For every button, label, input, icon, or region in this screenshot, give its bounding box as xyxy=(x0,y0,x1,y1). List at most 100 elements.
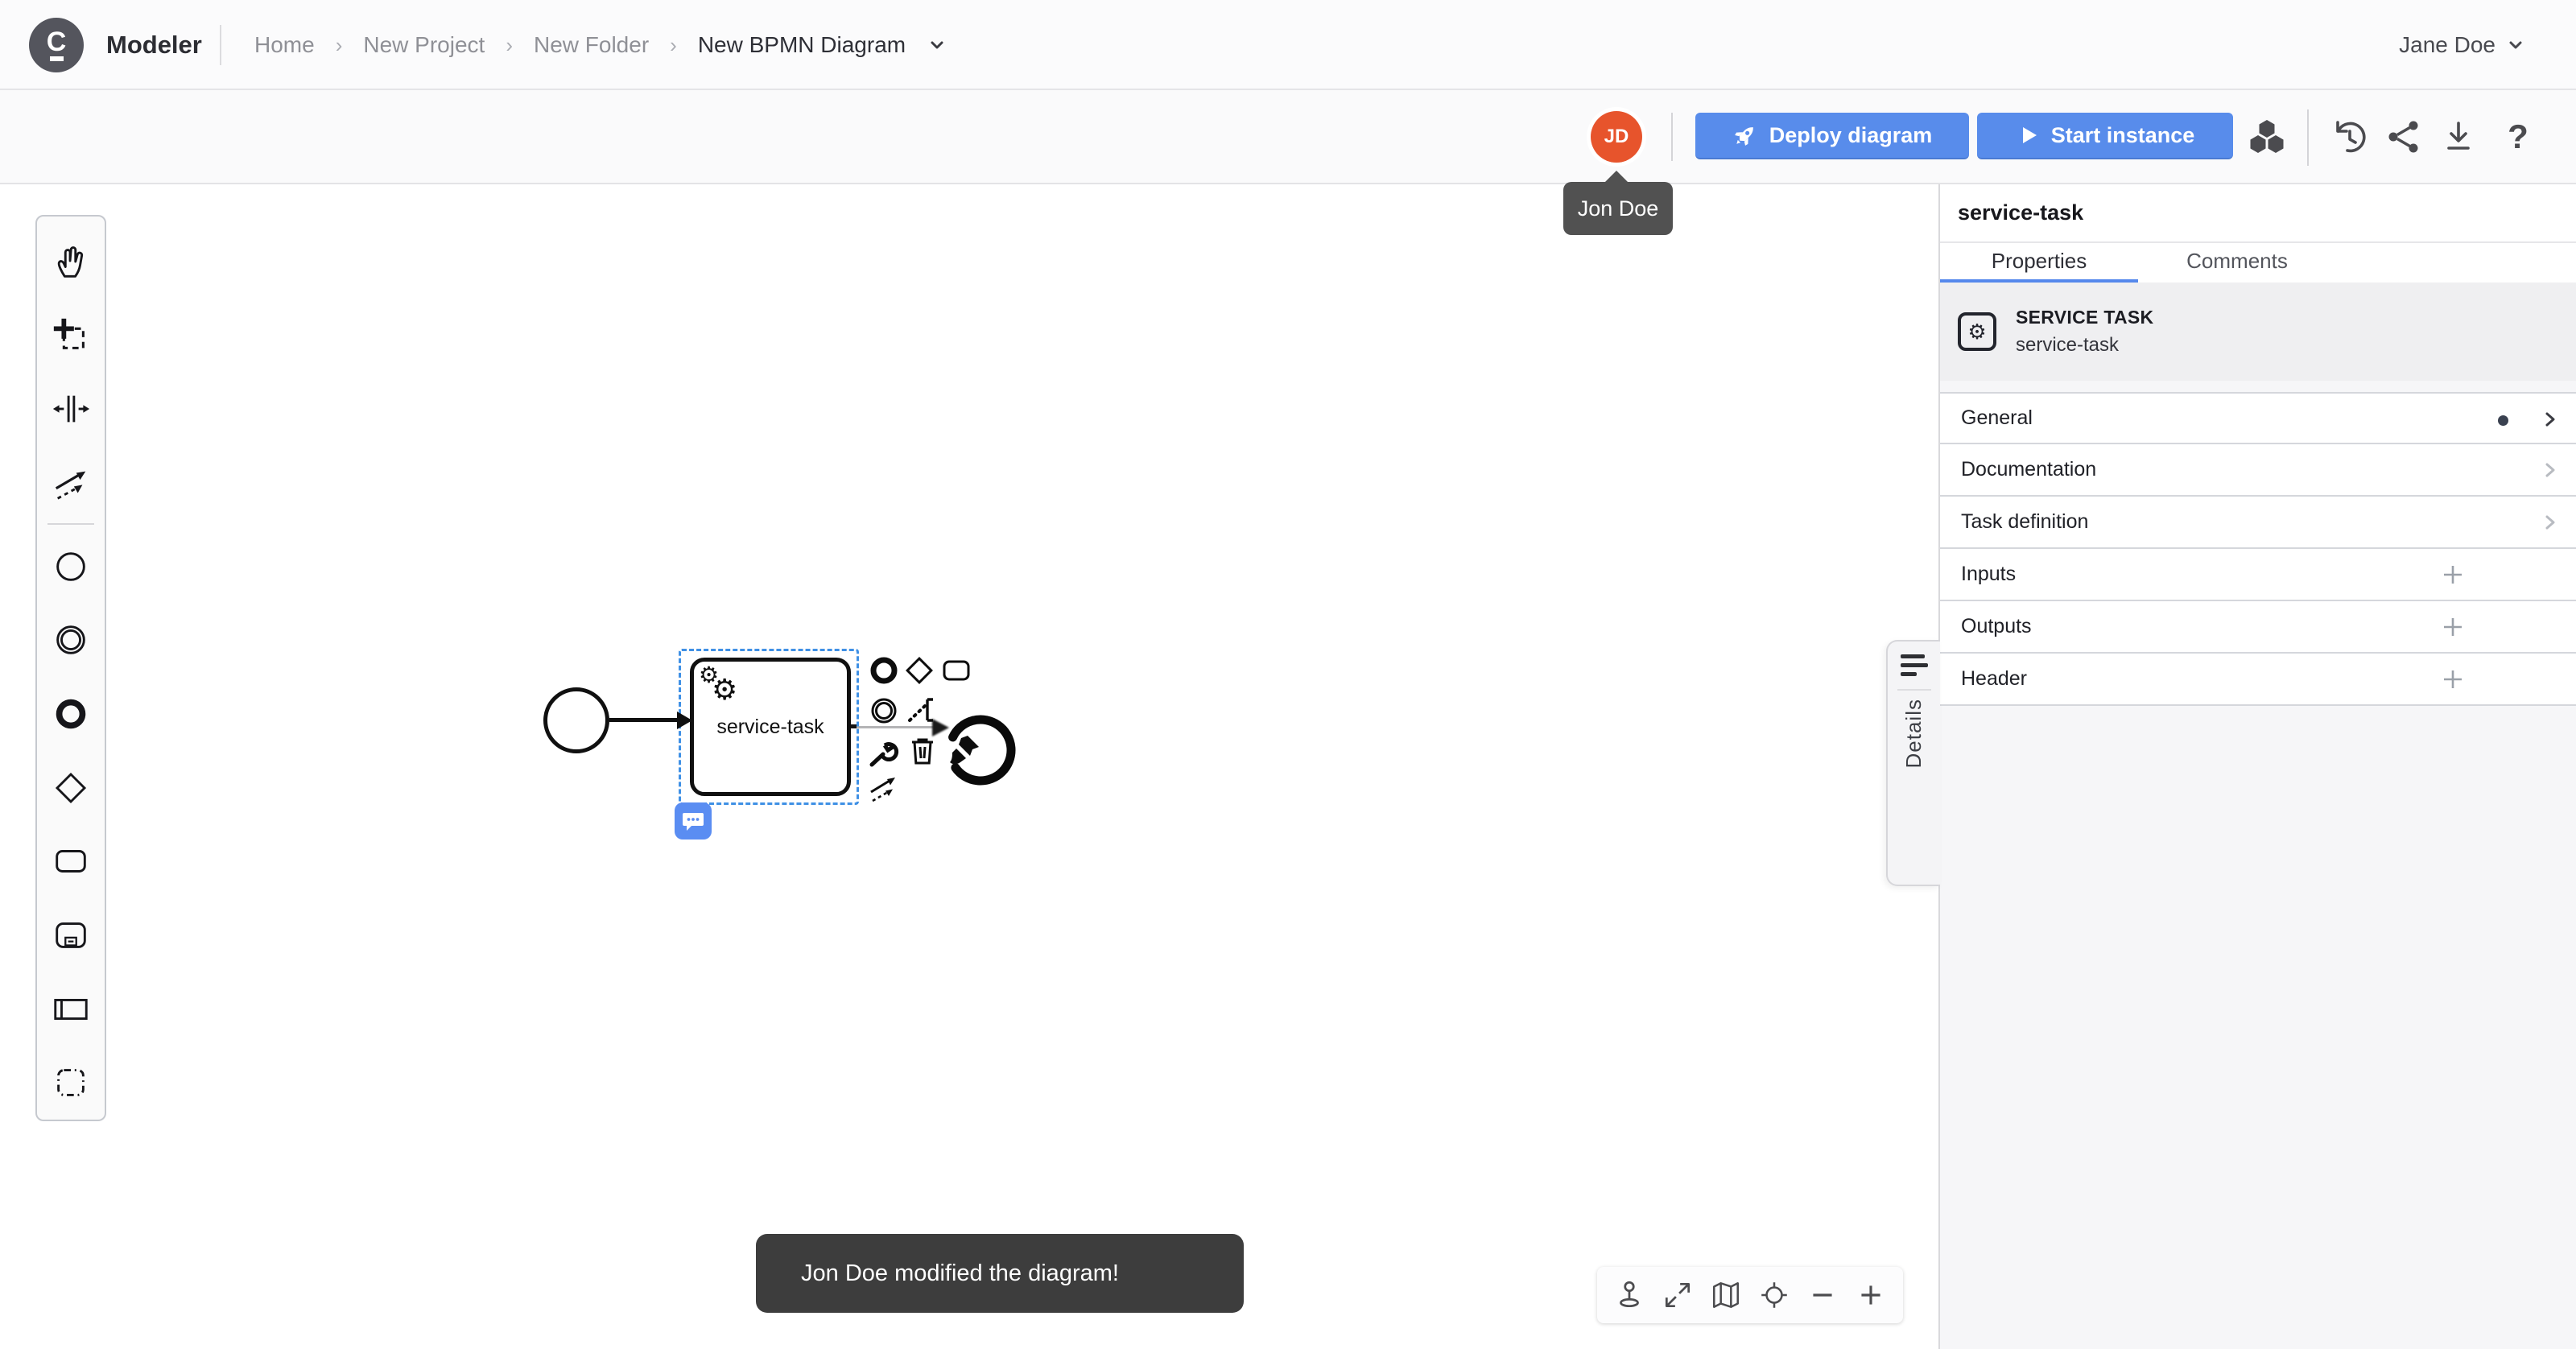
group-task-definition[interactable]: Task definition xyxy=(1940,497,2576,549)
append-text-annotation-icon[interactable] xyxy=(902,694,936,728)
append-intermediate-event-icon[interactable] xyxy=(867,694,901,728)
user-menu[interactable]: Jane Doe xyxy=(2399,0,2526,90)
canvas-controls-bar xyxy=(1597,1267,1903,1323)
breadcrumb-project[interactable]: New Project xyxy=(363,32,485,58)
tooltip-text: Jon Doe xyxy=(1578,196,1659,221)
toolbar-divider xyxy=(1671,113,1673,161)
panel-tabs: Properties Comments xyxy=(1940,243,2576,283)
details-tab-divider xyxy=(1897,689,1931,691)
start-event-node[interactable] xyxy=(543,687,609,753)
avatar-tooltip: Jon Doe xyxy=(1563,182,1673,235)
properties-panel: service-task Properties Comments ⚙ SERVI… xyxy=(1938,184,2576,1349)
group-inputs[interactable]: Inputs xyxy=(1940,549,2576,601)
breadcrumb-separator: › xyxy=(506,33,513,58)
chevron-down-icon xyxy=(2505,35,2526,56)
create-participant[interactable] xyxy=(37,972,105,1046)
group-general[interactable]: General xyxy=(1940,392,2576,444)
group-outputs[interactable]: Outputs xyxy=(1940,601,2576,654)
append-end-event-icon[interactable] xyxy=(867,654,901,687)
start-instance-label: Start instance xyxy=(2051,123,2195,148)
breadcrumb-separator: › xyxy=(336,33,343,58)
trash-delete-icon[interactable] xyxy=(906,735,939,769)
group-label: Task definition xyxy=(1961,510,2088,534)
append-gateway-icon[interactable] xyxy=(902,654,936,687)
version-history-icon[interactable] xyxy=(2330,118,2368,156)
add-icon[interactable] xyxy=(2441,615,2465,639)
chevron-down-icon[interactable] xyxy=(927,35,947,56)
camunda-modeler-app: C Modeler Home › New Project › New Folde… xyxy=(0,0,2576,1349)
help-icon[interactable]: ? xyxy=(2499,118,2537,156)
deploy-diagram-button[interactable]: Deploy diagram xyxy=(1695,113,1969,159)
center-target-icon[interactable] xyxy=(1758,1279,1790,1311)
element-meta-header: ⚙ SERVICE TASK service-task xyxy=(1940,283,2576,381)
toolbar-divider xyxy=(2307,109,2309,166)
help-question-mark: ? xyxy=(2508,118,2529,156)
play-icon xyxy=(2016,123,2040,147)
tab-properties[interactable]: Properties xyxy=(1940,243,2138,283)
logo-letter: C xyxy=(47,30,67,54)
palette-separator xyxy=(47,523,94,525)
top-header-bar: C Modeler Home › New Project › New Folde… xyxy=(0,0,2576,90)
collaborator-avatar[interactable]: JD xyxy=(1591,111,1642,163)
lines-icon xyxy=(1901,654,1928,676)
comments-badge[interactable] xyxy=(675,802,712,840)
avatar-initials: JD xyxy=(1604,126,1629,148)
create-end-event[interactable] xyxy=(37,677,105,751)
camunda-logo[interactable]: C xyxy=(29,18,84,72)
fit-viewport-icon[interactable] xyxy=(1662,1279,1694,1311)
brush-icon[interactable] xyxy=(940,731,985,776)
chevron-right-icon xyxy=(2541,410,2560,429)
group-header[interactable]: Header xyxy=(1940,654,2576,706)
cluster-icon[interactable] xyxy=(2248,118,2286,156)
breadcrumb-home[interactable]: Home xyxy=(254,32,315,58)
toast-message: Jon Doe modified the diagram! xyxy=(801,1260,1119,1287)
create-sub-process[interactable] xyxy=(37,898,105,972)
modified-dot-indicator xyxy=(2498,415,2508,426)
zoom-out-icon[interactable] xyxy=(1806,1279,1839,1311)
group-label: Inputs xyxy=(1961,563,2016,586)
create-start-event[interactable] xyxy=(37,530,105,604)
breadcrumb-current-diagram[interactable]: New BPMN Diagram xyxy=(698,32,906,58)
add-icon[interactable] xyxy=(2441,667,2465,691)
group-label: Documentation xyxy=(1961,458,2096,481)
sequence-flow[interactable] xyxy=(609,718,680,722)
global-connect-tool[interactable] xyxy=(37,446,105,520)
create-gateway[interactable] xyxy=(37,751,105,825)
share-icon[interactable] xyxy=(2384,118,2423,156)
logo-underscore xyxy=(50,56,64,61)
wrench-change-type-icon[interactable] xyxy=(867,736,901,770)
deploy-diagram-label: Deploy diagram xyxy=(1769,123,1933,148)
notification-toast: Jon Doe modified the diagram! xyxy=(756,1234,1244,1313)
service-task-gear-icon: ⚙⚙ xyxy=(699,663,747,712)
panel-title: service-task xyxy=(1940,184,2576,243)
app-title: Modeler xyxy=(106,0,202,90)
header-divider xyxy=(220,25,221,65)
add-icon[interactable] xyxy=(2441,563,2465,587)
chevron-right-icon xyxy=(2541,460,2560,480)
space-tool[interactable] xyxy=(37,372,105,446)
element-palette xyxy=(35,215,106,1121)
start-instance-button[interactable]: Start instance xyxy=(1977,113,2233,159)
details-side-tab[interactable]: Details xyxy=(1886,640,1940,886)
group-label: General xyxy=(1961,406,2033,430)
create-task[interactable] xyxy=(37,824,105,898)
append-task-icon[interactable] xyxy=(939,654,973,687)
reset-origin-pin-icon[interactable] xyxy=(1613,1279,1645,1311)
create-intermediate-event[interactable] xyxy=(37,603,105,677)
property-groups: General Documentation Task definition xyxy=(1940,392,2576,706)
tab-comments[interactable]: Comments xyxy=(2138,243,2336,283)
chevron-right-icon xyxy=(2541,513,2560,532)
group-documentation[interactable]: Documentation xyxy=(1940,444,2576,497)
download-icon[interactable] xyxy=(2439,118,2478,156)
diagram-toolbar: JD Deploy diagram Start instance xyxy=(0,90,2576,184)
rocket-icon xyxy=(1732,122,1758,148)
breadcrumb: Home › New Project › New Folder › New BP… xyxy=(254,0,947,90)
zoom-in-icon[interactable] xyxy=(1855,1279,1887,1311)
service-task-node[interactable]: ⚙⚙ service-task xyxy=(690,658,851,796)
minimap-icon[interactable] xyxy=(1710,1279,1742,1311)
hand-tool[interactable] xyxy=(37,225,105,299)
lasso-tool[interactable] xyxy=(37,299,105,373)
create-group[interactable] xyxy=(37,1046,105,1120)
connect-tool-icon[interactable] xyxy=(867,770,901,804)
breadcrumb-folder[interactable]: New Folder xyxy=(534,32,649,58)
